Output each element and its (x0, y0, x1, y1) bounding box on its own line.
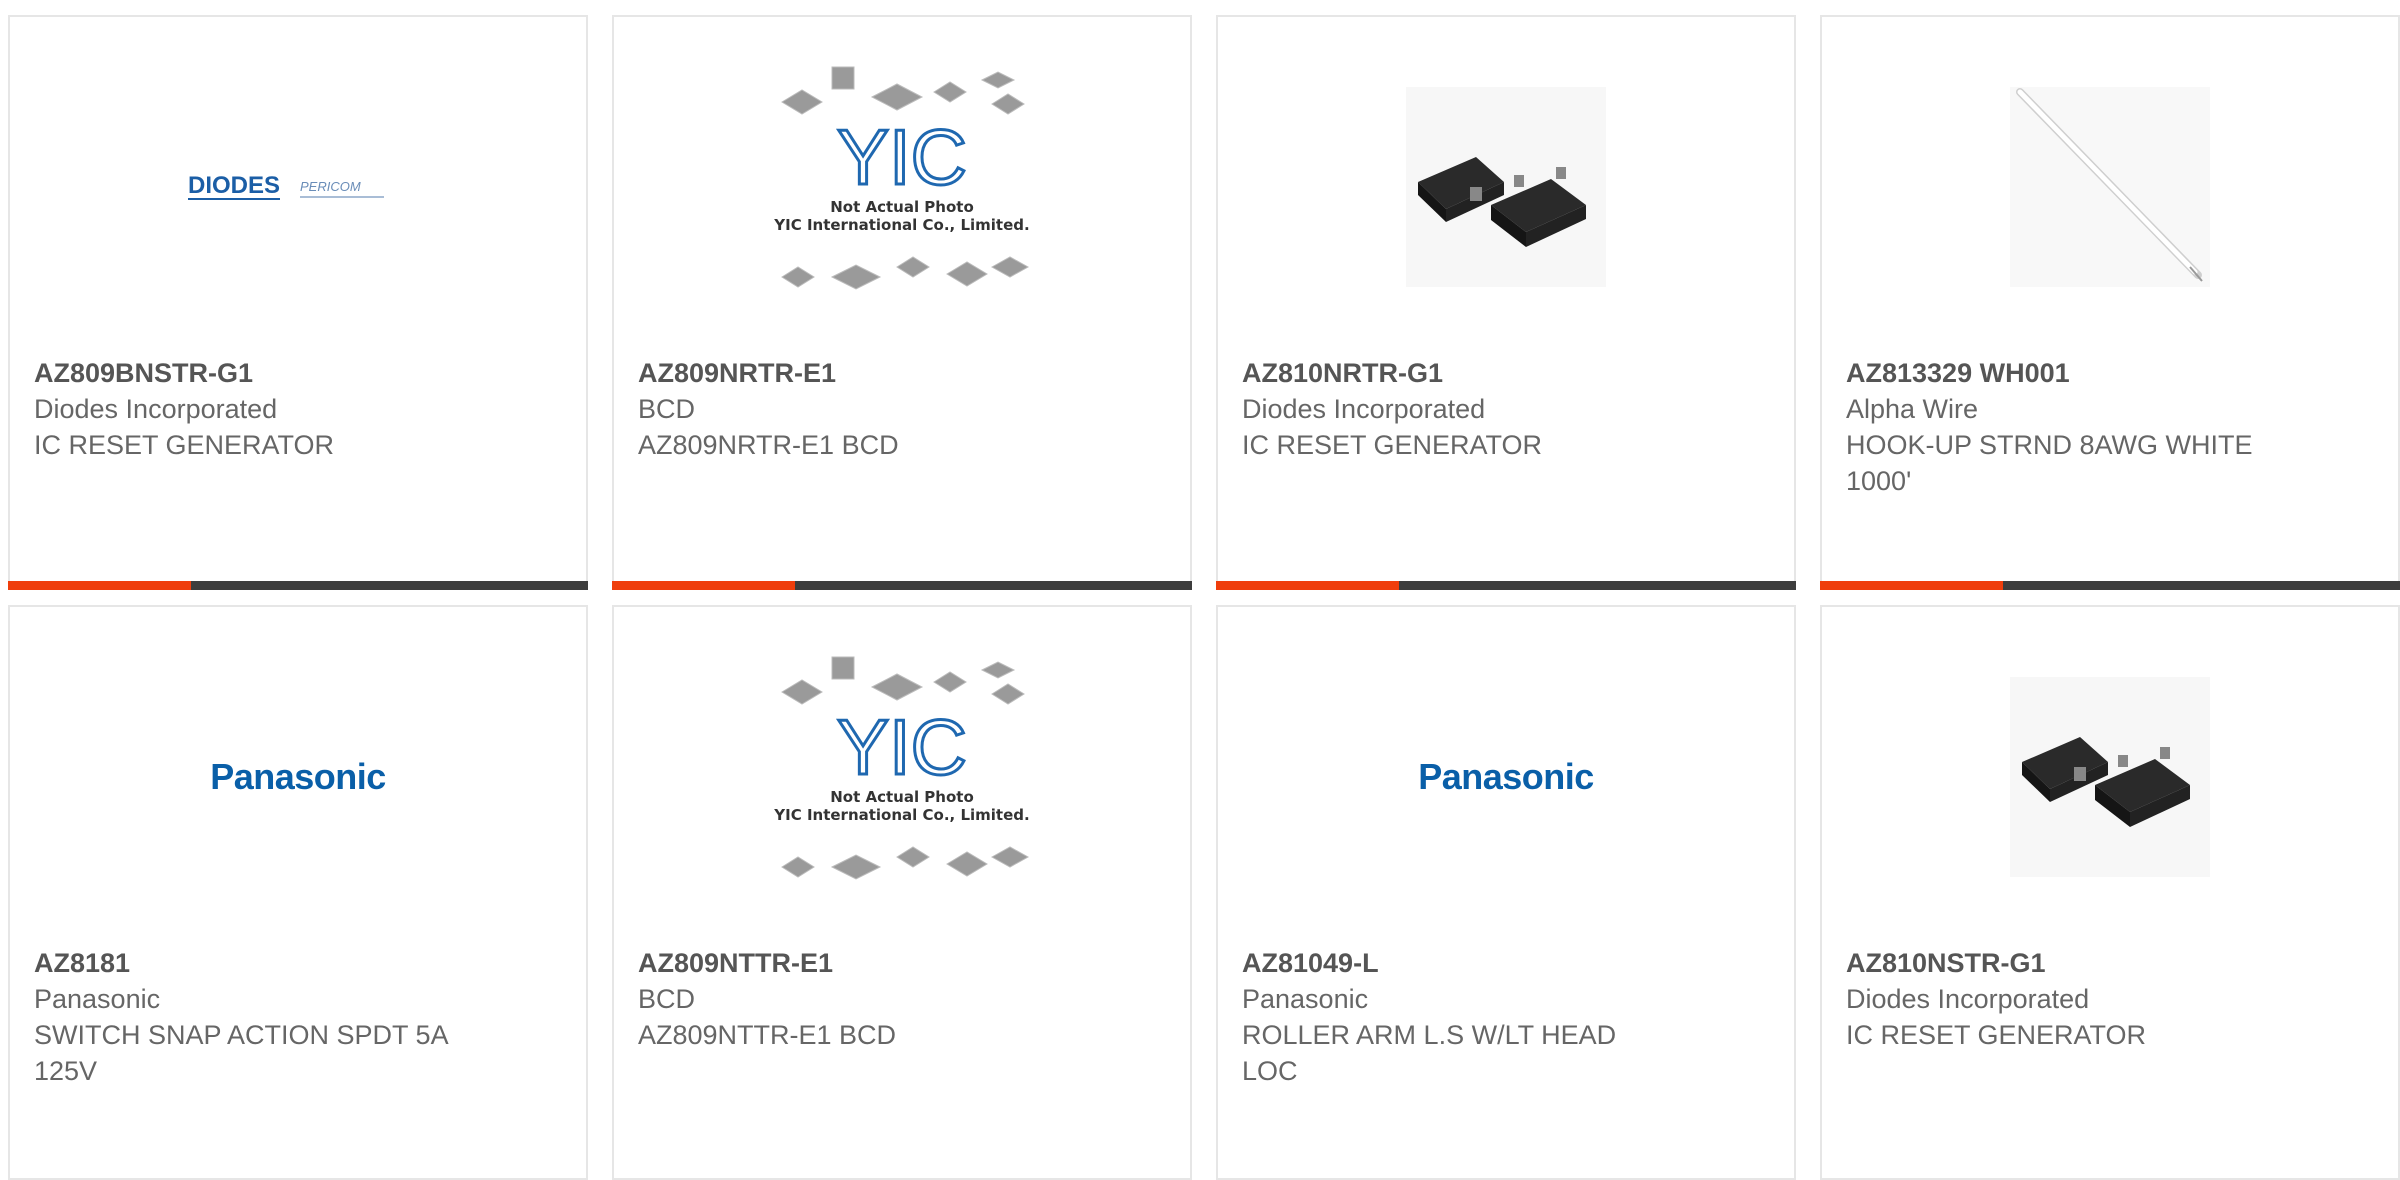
bar-accent (1216, 581, 1399, 590)
product-info: AZ813329 WH001 Alpha Wire HOOK-UP STRND … (1846, 355, 2266, 499)
sot23-chip-photo (2010, 677, 2210, 877)
manufacturer: Panasonic (1242, 984, 1369, 1014)
diodes-pericom-logo: DIODES PERICOM (188, 172, 384, 200)
svg-text:YIC International Co., Limited: YIC International Co., Limited. (773, 806, 1029, 824)
product-card[interactable]: DIODES PERICOM AZ809BNSTR-G1 Diodes Inco… (8, 15, 588, 590)
product-grid: DIODES PERICOM AZ809BNSTR-G1 Diodes Inco… (8, 15, 2400, 1180)
description: AZ809NRTR-E1 BCD (638, 430, 899, 460)
chip-icons-bottom (781, 846, 1030, 880)
product-info: AZ810NSTR-G1 Diodes Incorporated IC RESE… (1846, 945, 2266, 1053)
card-bottom-bar (1820, 581, 2400, 590)
description: IC RESET GENERATOR (34, 430, 335, 460)
product-info: AZ81049-L Panasonic ROLLER ARM L.S W/LT … (1242, 945, 1662, 1089)
manufacturer: Panasonic (34, 984, 161, 1014)
svg-text:YIC International Co., Limited: YIC International Co., Limited. (773, 216, 1029, 234)
manufacturer: Diodes Incorporated (34, 394, 278, 424)
part-number[interactable]: AZ809NRTR-E1 (638, 355, 1058, 391)
manufacturer: Diodes Incorporated (1846, 984, 2090, 1014)
card-bottom-bar (8, 581, 588, 590)
part-number[interactable]: AZ809BNSTR-G1 (34, 355, 454, 391)
bar-accent (8, 581, 191, 590)
description: AZ809NTTR-E1 BCD (638, 1020, 897, 1050)
bar-accent (1820, 581, 2003, 590)
svg-text:YIC: YIC (837, 703, 967, 791)
bar-accent (612, 581, 795, 590)
manufacturer: Diodes Incorporated (1242, 394, 1486, 424)
product-image[interactable]: Panasonic (10, 647, 586, 907)
product-image[interactable] (1822, 57, 2398, 317)
description: IC RESET GENERATOR (1242, 430, 1543, 460)
product-card[interactable]: AZ810NRTR-G1 Diodes Incorporated IC RESE… (1216, 15, 1796, 590)
chip-icons-top (781, 656, 1025, 705)
product-card[interactable]: Panasonic AZ8181 Panasonic SWITCH SNAP A… (8, 605, 588, 1180)
product-image[interactable]: YIC Not Actual Photo YIC International C… (614, 647, 1190, 907)
panasonic-logo: Panasonic (1418, 756, 1594, 797)
svg-text:DIODES: DIODES (188, 172, 280, 199)
part-number[interactable]: AZ810NRTR-G1 (1242, 355, 1662, 391)
product-card[interactable]: Panasonic AZ81049-L Panasonic ROLLER ARM… (1216, 605, 1796, 1180)
part-number[interactable]: AZ81049-L (1242, 945, 1662, 981)
product-card[interactable]: YIC Not Actual Photo YIC International C… (612, 15, 1192, 590)
product-card[interactable]: YIC Not Actual Photo YIC International C… (612, 605, 1192, 1180)
product-image[interactable] (1822, 647, 2398, 907)
product-card[interactable]: AZ810NSTR-G1 Diodes Incorporated IC RESE… (1820, 605, 2400, 1180)
description: HOOK-UP STRND 8AWG WHITE 1000' (1846, 430, 2253, 496)
part-number[interactable]: AZ8181 (34, 945, 454, 981)
manufacturer: Alpha Wire (1846, 394, 1979, 424)
product-image[interactable]: Panasonic (1218, 647, 1794, 907)
svg-text:Not Actual Photo: Not Actual Photo (830, 198, 974, 216)
part-number[interactable]: AZ810NSTR-G1 (1846, 945, 2266, 981)
product-info: AZ810NRTR-G1 Diodes Incorporated IC RESE… (1242, 355, 1662, 463)
panasonic-logo: Panasonic (210, 756, 386, 797)
product-image[interactable]: YIC Not Actual Photo YIC International C… (614, 57, 1190, 317)
svg-text:PERICOM: PERICOM (300, 179, 361, 194)
product-card[interactable]: AZ813329 WH001 Alpha Wire HOOK-UP STRND … (1820, 15, 2400, 590)
description: IC RESET GENERATOR (1846, 1020, 2147, 1050)
part-number[interactable]: AZ809NTTR-E1 (638, 945, 1058, 981)
card-bottom-bar (612, 581, 1192, 590)
part-number[interactable]: AZ813329 WH001 (1846, 355, 2266, 391)
product-info: AZ8181 Panasonic SWITCH SNAP ACTION SPDT… (34, 945, 454, 1089)
yic-placeholder-image: YIC Not Actual Photo YIC International C… (773, 66, 1030, 290)
svg-text:Not Actual Photo: Not Actual Photo (830, 788, 974, 806)
manufacturer: BCD (638, 984, 696, 1014)
yic-placeholder-image: YIC Not Actual Photo YIC International C… (773, 656, 1030, 880)
product-image[interactable]: DIODES PERICOM (10, 57, 586, 317)
description: SWITCH SNAP ACTION SPDT 5A 125V (34, 1020, 448, 1086)
chip-icons-top (781, 66, 1025, 115)
chip-icons-bottom (781, 256, 1030, 290)
description: ROLLER ARM L.S W/LT HEAD LOC (1242, 1020, 1617, 1086)
product-info: AZ809NTTR-E1 BCD AZ809NTTR-E1 BCD (638, 945, 1058, 1053)
product-image[interactable] (1218, 57, 1794, 317)
manufacturer: BCD (638, 394, 696, 424)
card-bottom-bar (1216, 581, 1796, 590)
white-wire-photo (2010, 87, 2210, 287)
product-info: AZ809BNSTR-G1 Diodes Incorporated IC RES… (34, 355, 454, 463)
product-info: AZ809NRTR-E1 BCD AZ809NRTR-E1 BCD (638, 355, 1058, 463)
sot23-chip-photo (1406, 87, 1606, 287)
svg-text:YIC: YIC (837, 113, 967, 201)
